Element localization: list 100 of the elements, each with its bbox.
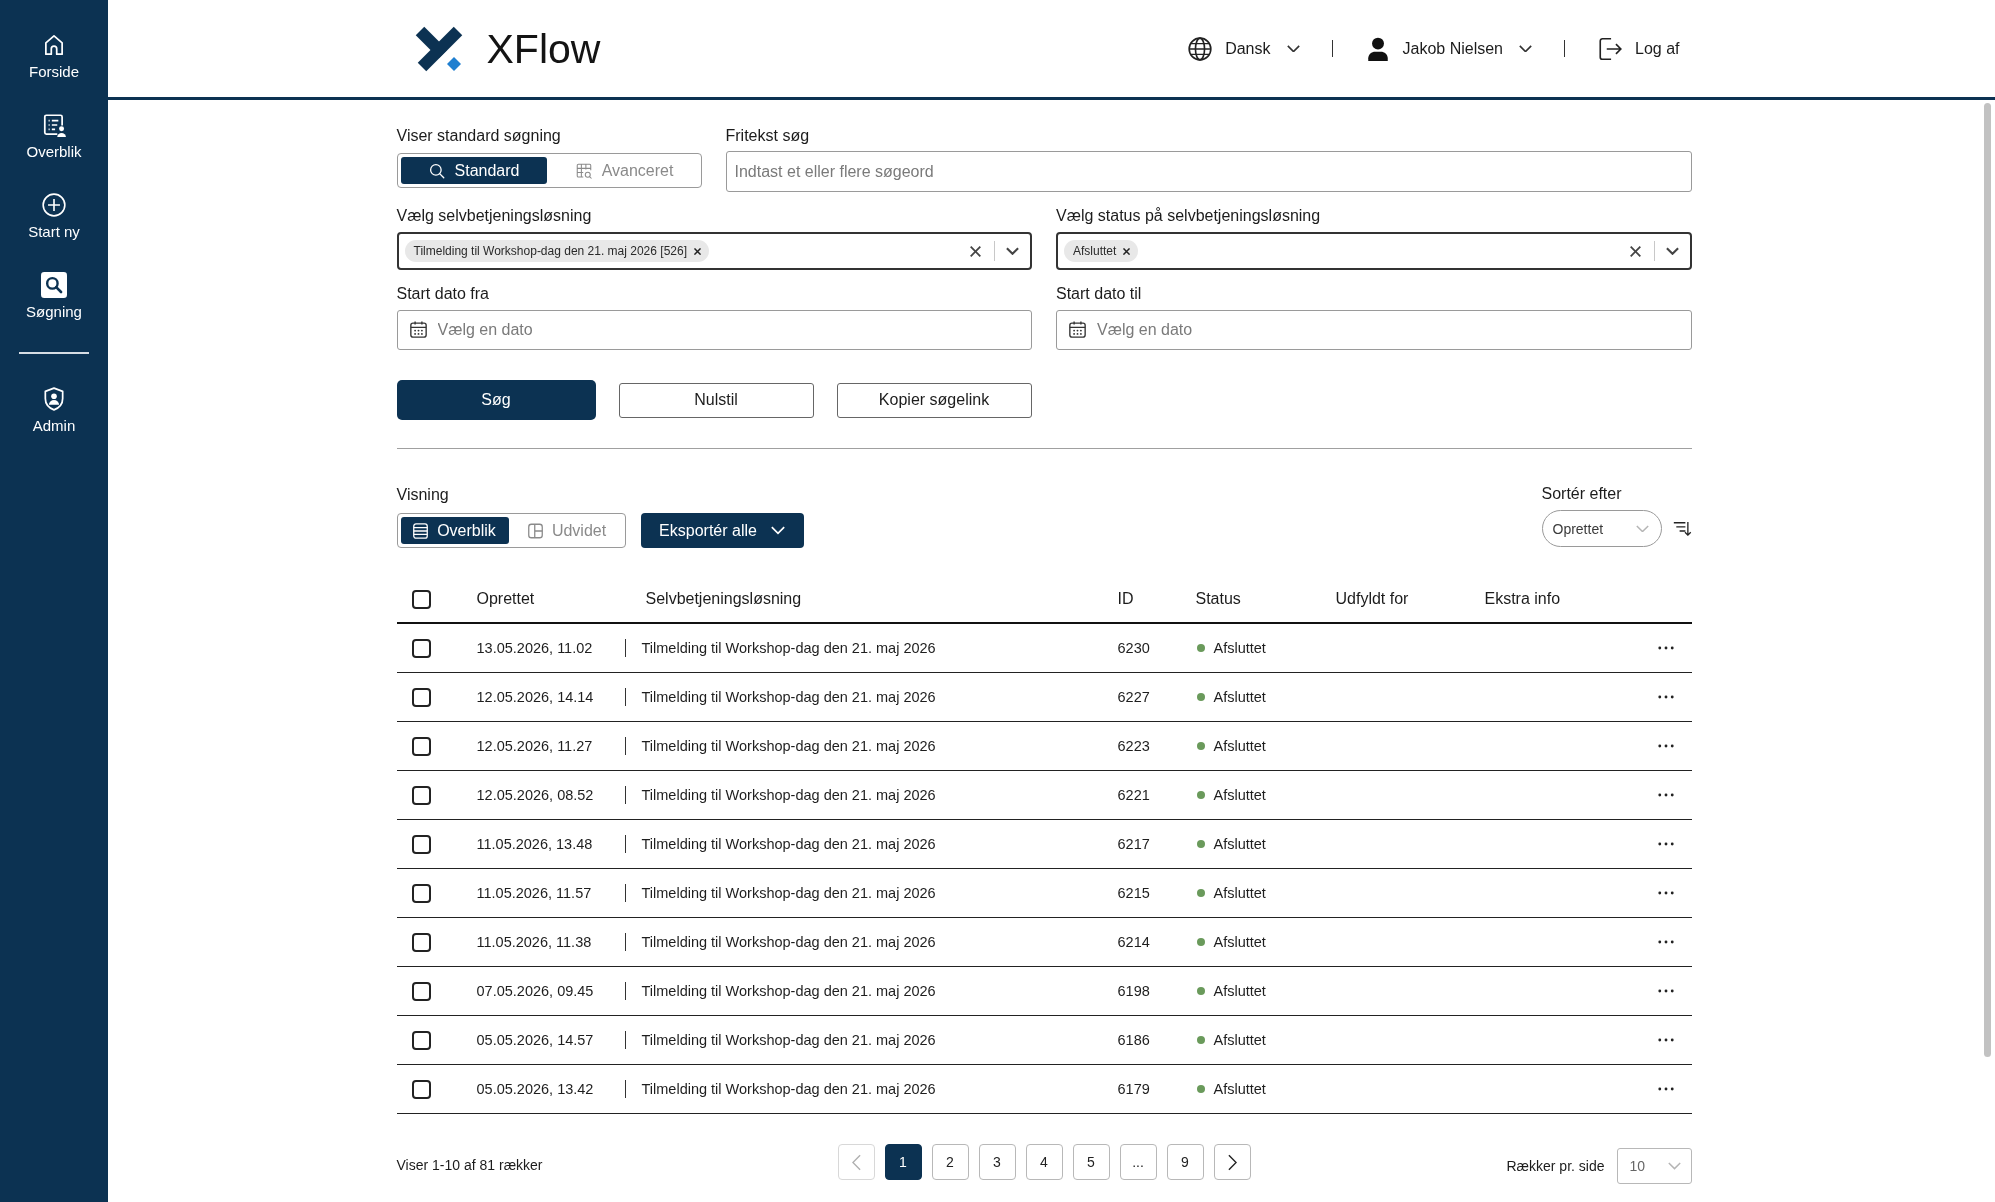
status-dot	[1196, 693, 1205, 701]
next-page-button[interactable]	[1213, 1144, 1251, 1180]
ellipsis-icon[interactable]	[1657, 940, 1674, 944]
user-menu-button[interactable]: Jakob Nielsen	[1364, 31, 1532, 66]
table-cell: Afsluttet	[1213, 983, 1266, 999]
page-button[interactable]: 2	[931, 1144, 969, 1180]
table-cell: 05.05.2026, 14.57	[476, 1032, 594, 1048]
table-cell: 6223	[1117, 738, 1150, 754]
table-cell: 6215	[1117, 885, 1150, 901]
close-icon[interactable]	[970, 245, 981, 257]
sidebar-item[interactable]: Start ny	[28, 192, 80, 272]
toggle-option[interactable]: Overblik	[400, 517, 509, 544]
field-label: Visning	[396, 485, 449, 505]
page-button[interactable]: 1	[884, 1144, 922, 1180]
rows-per-page-label: Rækker pr. side	[1506, 1158, 1605, 1174]
toggle-option[interactable]: Udvidet	[512, 517, 622, 544]
sidebar-item[interactable]: Søgning	[26, 272, 82, 352]
chevron-down-icon[interactable]	[1665, 247, 1679, 255]
multi-select-field[interactable]: Tilmelding til Workshop-dag den 21. maj 2026 [526]	[396, 232, 1032, 270]
table-cell: 11.05.2026, 11.57	[476, 885, 592, 901]
language-button[interactable]: Dansk	[1187, 31, 1300, 66]
ellipsis-icon[interactable]	[1657, 1087, 1674, 1091]
toggle-option[interactable]: Standard	[400, 157, 547, 184]
chevron-right-icon	[1227, 1153, 1237, 1171]
page-button[interactable]: 4	[1025, 1144, 1063, 1180]
close-icon[interactable]	[1629, 245, 1641, 257]
table-cell: 13.05.2026, 11.02	[476, 640, 593, 656]
chevron-down-icon	[1519, 44, 1532, 53]
status-dot	[1196, 987, 1205, 995]
logout-button[interactable]: Log af	[1597, 31, 1680, 66]
form-button[interactable]: Kopier søgelink	[836, 382, 1032, 418]
form-button[interactable]: Søg	[396, 380, 596, 420]
export-button[interactable]: Eksportér alle	[640, 513, 804, 548]
table-cell: 6217	[1117, 836, 1150, 852]
page-button[interactable]: ...	[1119, 1144, 1157, 1180]
ellipsis-icon[interactable]	[1657, 1038, 1674, 1042]
search-field[interactable]: Indtast et eller flere søgeord	[725, 151, 1692, 192]
globe-icon	[1187, 35, 1214, 62]
chevron-down-icon[interactable]	[1006, 247, 1019, 255]
row-checkbox[interactable]	[411, 1030, 431, 1050]
row-checkbox[interactable]	[411, 1079, 431, 1099]
row-checkbox[interactable]	[411, 981, 431, 1001]
table-cell: Tilmelding til Workshop-dag den 21. maj 2026	[641, 640, 936, 656]
row-checkbox[interactable]	[411, 638, 431, 658]
ellipsis-icon[interactable]	[1657, 646, 1674, 650]
table-cell: 6179	[1117, 1081, 1150, 1097]
table-search-icon	[574, 161, 593, 180]
table-cell: Afsluttet	[1213, 1032, 1266, 1048]
date-field[interactable]: Vælg en dato	[396, 310, 1032, 350]
scrollbar-thumb[interactable]	[1984, 103, 1991, 1057]
chevron-down-icon	[1635, 524, 1649, 533]
brand-name: XFlow	[486, 24, 601, 73]
table-cell: Afsluttet	[1213, 787, 1266, 803]
select-all-checkbox[interactable]	[411, 589, 431, 609]
row-checkbox[interactable]	[411, 932, 431, 952]
column-header: ID	[1117, 590, 1134, 608]
ellipsis-icon[interactable]	[1657, 793, 1674, 797]
chip-label: Afsluttet	[1073, 244, 1117, 258]
ellipsis-icon[interactable]	[1657, 891, 1674, 895]
row-checkbox[interactable]	[411, 785, 431, 805]
ellipsis-icon[interactable]	[1657, 842, 1674, 846]
date-field[interactable]: Vælg en dato	[1056, 310, 1692, 350]
row-checkbox[interactable]	[411, 834, 431, 854]
row-checkbox[interactable]	[411, 736, 431, 756]
close-icon[interactable]	[1123, 247, 1131, 255]
table-cell: 11.05.2026, 11.38	[476, 934, 592, 950]
form-button[interactable]: Nulstil	[618, 382, 814, 418]
row-checkbox[interactable]	[411, 883, 431, 903]
table-cell: 12.05.2026, 11.27	[476, 738, 593, 754]
sidebar-item[interactable]: Overblik	[26, 112, 82, 192]
table-cell: 6227	[1117, 689, 1150, 705]
ellipsis-icon[interactable]	[1657, 695, 1674, 699]
page-button[interactable]: 5	[1072, 1144, 1110, 1180]
rows-per-page-select[interactable]: 10	[1616, 1148, 1692, 1184]
field-label: Sortér efter	[1541, 484, 1622, 504]
status-dot	[1196, 840, 1205, 848]
row-checkbox[interactable]	[411, 687, 431, 707]
multi-select-field[interactable]: Afsluttet	[1056, 232, 1692, 270]
table-cell: 12.05.2026, 14.14	[476, 689, 594, 705]
sidebar-item[interactable]: Admin	[32, 386, 76, 466]
table-cell: Afsluttet	[1213, 640, 1266, 656]
ellipsis-icon[interactable]	[1657, 989, 1674, 993]
table-cell: 6221	[1117, 787, 1150, 803]
sort-descending-icon[interactable]	[1672, 521, 1692, 536]
column-header: Status	[1195, 590, 1241, 608]
table-cell: 12.05.2026, 08.52	[476, 787, 594, 803]
table-cell: Tilmelding til Workshop-dag den 21. maj 2026	[641, 1081, 936, 1097]
close-icon[interactable]	[694, 247, 701, 255]
ellipsis-icon[interactable]	[1657, 744, 1674, 748]
chevron-down-icon	[770, 526, 785, 535]
field-label: Vælg status på selvbetjeningsløsning	[1056, 206, 1321, 226]
column-header: Selvbetjeningsløsning	[645, 590, 802, 608]
table-cell: 6214	[1117, 934, 1150, 950]
page-button[interactable]: 9	[1166, 1144, 1204, 1180]
column-header: Udfyldt for	[1335, 590, 1409, 608]
sidebar-item[interactable]: Forside	[29, 32, 79, 112]
page-button[interactable]: 3	[978, 1144, 1016, 1180]
toggle-option[interactable]: Avanceret	[550, 157, 698, 184]
calendar-icon	[1069, 321, 1086, 338]
chevron-down-icon	[1286, 44, 1300, 53]
